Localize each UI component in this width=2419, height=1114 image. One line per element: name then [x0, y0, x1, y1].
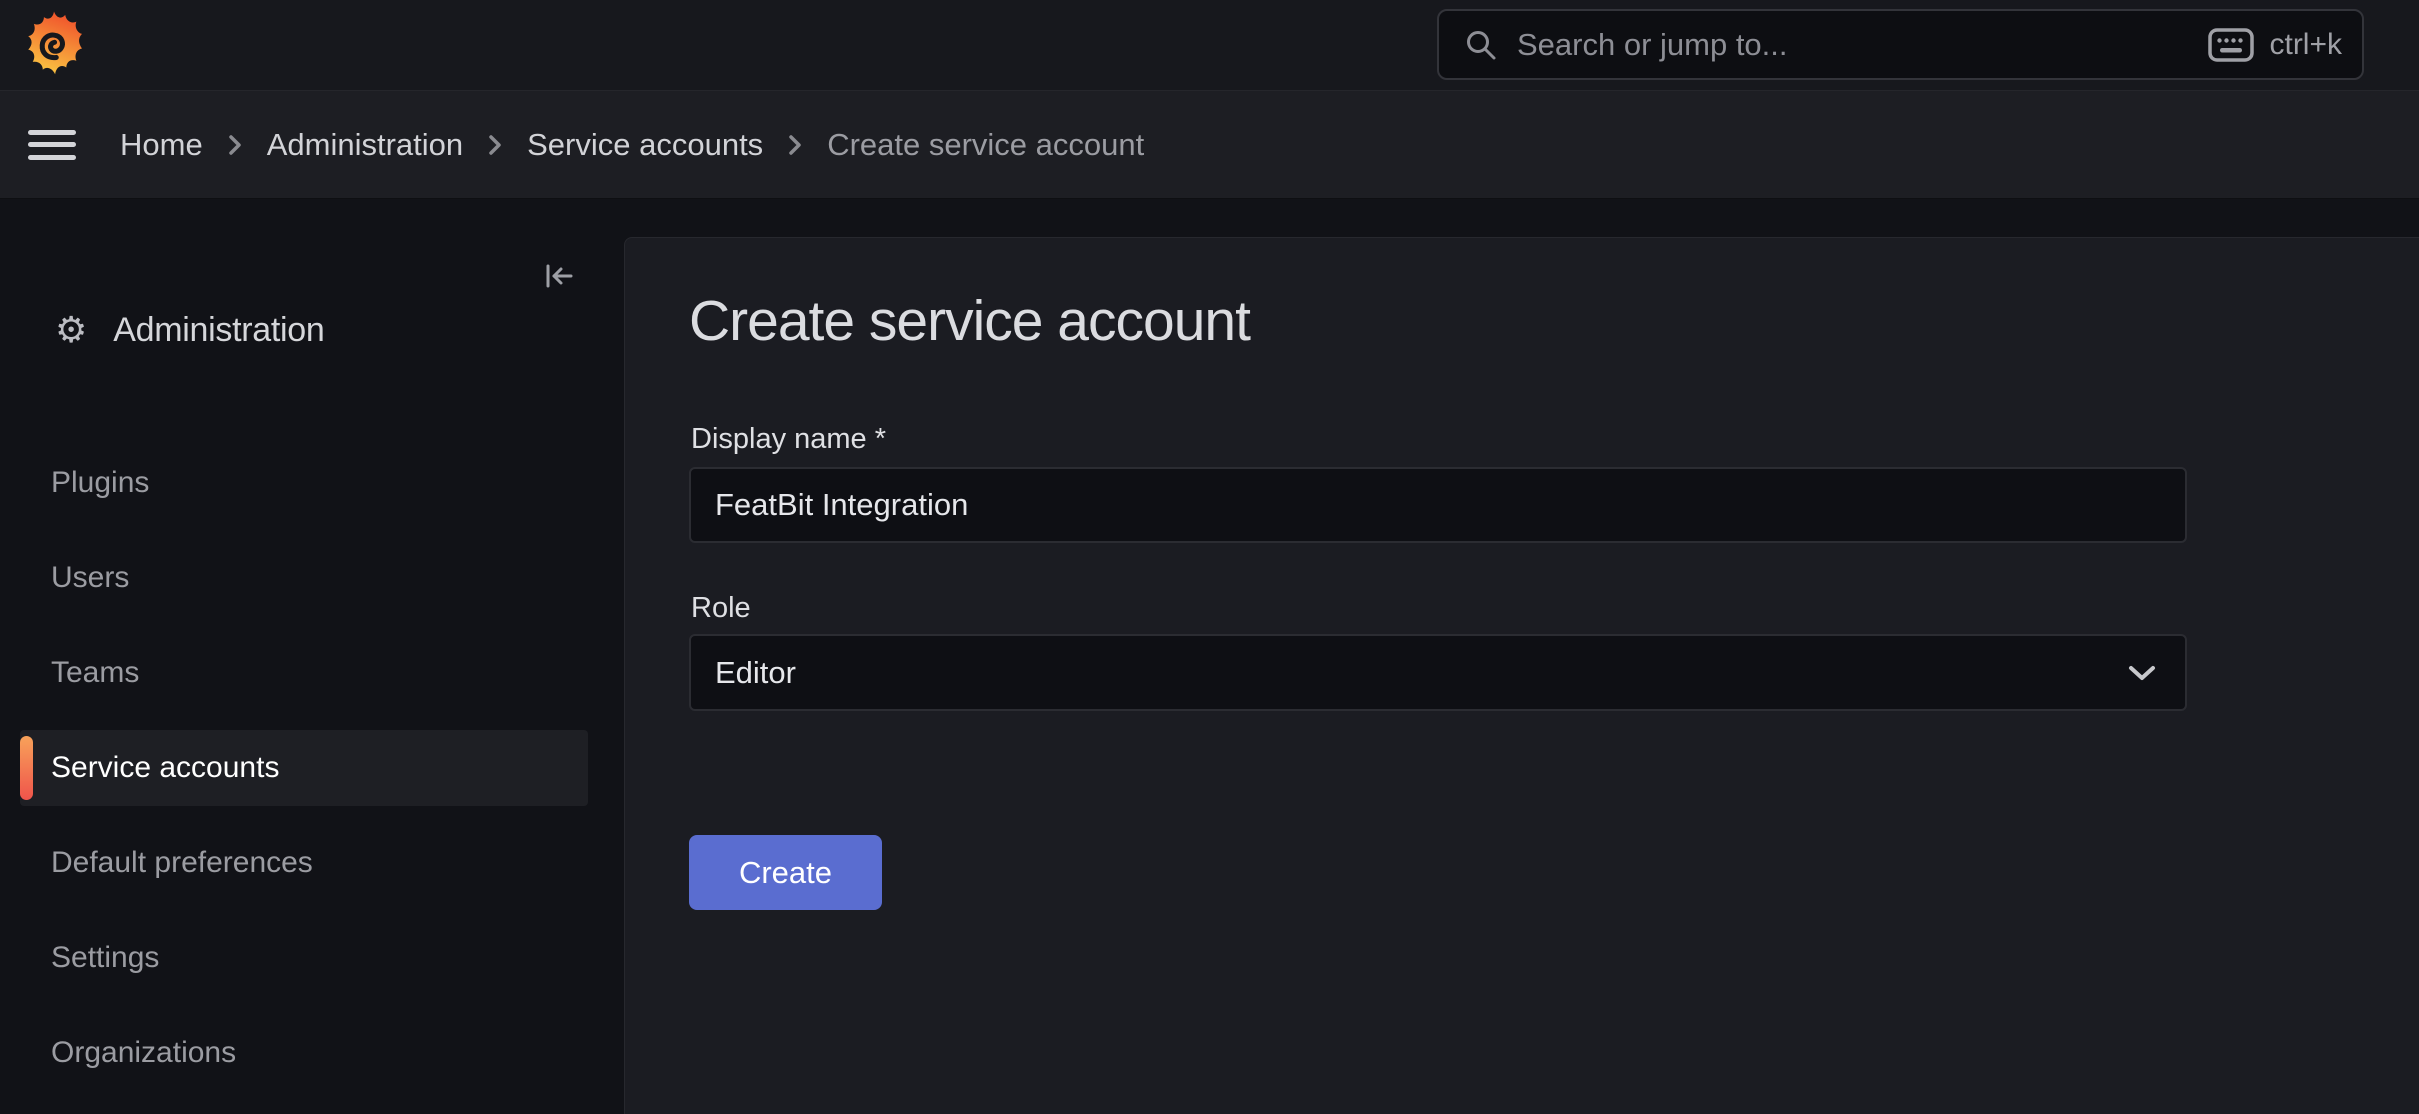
- gear-icon: ⚙: [55, 313, 87, 349]
- global-search-box[interactable]: ctrl+k: [1437, 9, 2364, 80]
- create-button[interactable]: Create: [689, 835, 882, 910]
- dock-left-icon: [540, 257, 578, 295]
- breadcrumb-toolbar: Home Administration Service accounts Cre…: [0, 91, 2419, 199]
- chevron-right-icon: [784, 130, 806, 160]
- sidebar-item-service-accounts[interactable]: Service accounts: [20, 730, 588, 806]
- breadcrumb-current-page: Create service account: [827, 127, 1144, 163]
- sidebar-item-organizations[interactable]: Organizations: [20, 1015, 588, 1091]
- breadcrumb-administration[interactable]: Administration: [267, 127, 463, 163]
- chevron-right-icon: [224, 130, 246, 160]
- chevron-right-icon: [484, 130, 506, 160]
- sidebar-item-users[interactable]: Users: [20, 540, 588, 616]
- sidebar-item-plugins[interactable]: Plugins: [20, 445, 588, 521]
- search-icon: [1463, 27, 1499, 63]
- hamburger-icon: [28, 130, 76, 135]
- breadcrumb: Home Administration Service accounts Cre…: [120, 127, 1144, 163]
- grafana-app-window: ctrl+k Home Administration Service accou…: [0, 0, 2419, 1114]
- display-name-label: Display name *: [691, 423, 886, 456]
- sidebar-nav: Plugins Users Teams Service accounts Def…: [20, 445, 588, 1110]
- chevron-down-icon: [2125, 662, 2159, 684]
- breadcrumb-service-accounts[interactable]: Service accounts: [527, 127, 763, 163]
- role-selected-value: Editor: [715, 655, 796, 691]
- role-select[interactable]: Editor: [689, 634, 2187, 711]
- main-content-panel: Create service account Display name * Ro…: [624, 237, 2419, 1114]
- sidebar-item-teams[interactable]: Teams: [20, 635, 588, 711]
- sidebar-item-settings[interactable]: Settings: [20, 920, 588, 996]
- menu-toggle-button[interactable]: [28, 130, 76, 160]
- search-shortcut: ctrl+k: [2208, 28, 2342, 62]
- sidebar-item-default-preferences[interactable]: Default preferences: [20, 825, 588, 901]
- shortcut-label: ctrl+k: [2269, 28, 2342, 62]
- display-name-field[interactable]: [689, 467, 2187, 543]
- page-title: Create service account: [689, 288, 1250, 354]
- top-navigation-bar: ctrl+k: [0, 0, 2419, 91]
- grafana-logo-icon[interactable]: [26, 9, 82, 79]
- sidebar-section-title: Administration: [113, 311, 324, 350]
- breadcrumb-home[interactable]: Home: [120, 127, 203, 163]
- sidebar-section-header[interactable]: ⚙ Administration: [55, 311, 325, 350]
- administration-sidebar: ⚙ Administration Plugins Users Teams Ser…: [0, 199, 624, 1114]
- keyboard-icon: [2208, 28, 2254, 62]
- search-input[interactable]: [1515, 26, 2208, 64]
- role-label: Role: [691, 592, 751, 625]
- collapse-sidebar-button[interactable]: [537, 254, 581, 298]
